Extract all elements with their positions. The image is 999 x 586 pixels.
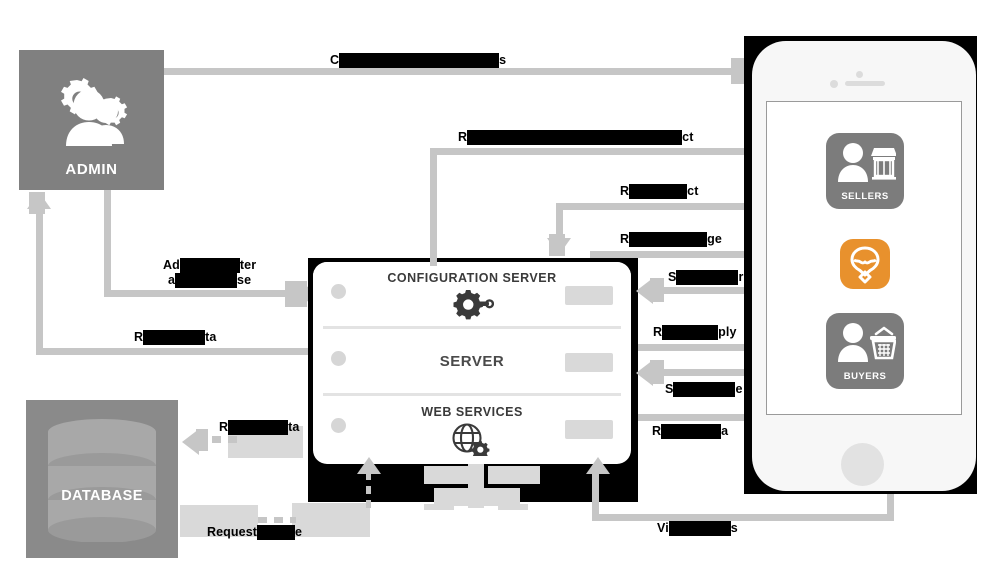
connector-admin-receive-horiz [36,348,314,355]
server-row-chip [565,286,613,305]
label-sellers-send: S r [668,270,744,285]
label-server-to-buyers: R ply [653,325,737,340]
connector-db-request-dash [258,517,296,523]
server-row-configuration[interactable]: CONFIGURATION SERVER [313,262,631,329]
connector-admin-add-horiz [104,290,294,297]
admin-users-gear-icon [49,72,135,154]
label-buyers-send: S e [665,382,743,397]
sellers-node[interactable]: SELLERS [826,133,904,209]
status-dot [331,418,346,433]
server-row-chip [565,420,613,439]
gear-wrench-icon [450,288,494,320]
marketplace-app-icon[interactable] [840,239,890,289]
label-admin-to-phone: C s [330,53,507,68]
buyers-node[interactable]: BUYERS [826,313,904,389]
connector-db-receive-tail [196,429,208,451]
admin-label: ADMIN [65,161,118,178]
admin-node[interactable]: ADMIN [19,50,164,190]
server-stack-card[interactable]: CONFIGURATION SERVER SERVER WEB SERVICES [313,262,631,464]
database-node[interactable]: DATABASE [26,400,178,558]
sellers-label: SELLERS [841,191,889,202]
server-band-blob-6 [498,504,528,510]
server-row-label: CONFIGURATION SERVER [387,271,557,285]
label-sellers-manage: R ge [620,232,722,247]
phone-home-button[interactable] [841,443,884,486]
connector-sellers-send-tail [650,278,664,302]
phone-sensor-icon [830,80,838,88]
seller-person-stall-icon [834,142,896,184]
architecture-diagram: ADMIN C s Ad ter a se R ta DATABASE R ta… [0,0,999,586]
db-request-blob-right [292,503,370,537]
label-server-to-sellers: R ct [458,130,694,145]
connector-admin-receive-vert [36,207,43,352]
connector-db-to-server-dash [366,472,371,512]
label-view-products: Vi s [657,521,738,536]
status-dot [331,284,346,299]
buyers-label: BUYERS [843,371,887,382]
label-buyers-receive: R a [652,424,729,439]
label-db-receive: R ta [219,420,300,435]
database-cylinder-icon [46,418,158,542]
server-band-blob-2 [488,466,540,484]
server-band-blob-4 [468,462,484,508]
server-row-web-services[interactable]: WEB SERVICES [313,396,631,460]
connector-view-products-horiz [592,514,894,521]
connector-admin-to-phone-tail [731,58,745,84]
connector-sellers-request-tail [549,234,565,256]
label-db-request: Request e [207,525,303,540]
connector-admin-to-phone [164,68,734,75]
connector-server-to-sellers-vert [430,148,437,266]
phone-camera-icon [856,71,863,78]
server-row-chip [565,353,613,372]
phone-speaker-icon [845,81,885,86]
label-sellers-request: R ct [620,184,699,199]
connector-admin-receive-tail [29,192,45,214]
server-row-label: WEB SERVICES [421,405,523,419]
globe-gear-icon [451,422,493,456]
buyer-person-basket-icon [834,322,896,364]
label-admin-add: Ad ter a se [163,258,257,288]
connector-admin-add-vert [104,190,111,296]
connector-buyers-send-tail [650,360,664,384]
connector-view-products-vert [592,472,599,520]
database-label: DATABASE [61,488,143,504]
server-band-blob-5 [424,504,454,510]
label-admin-receive: R ta [134,330,217,345]
server-row-server[interactable]: SERVER [313,329,631,396]
